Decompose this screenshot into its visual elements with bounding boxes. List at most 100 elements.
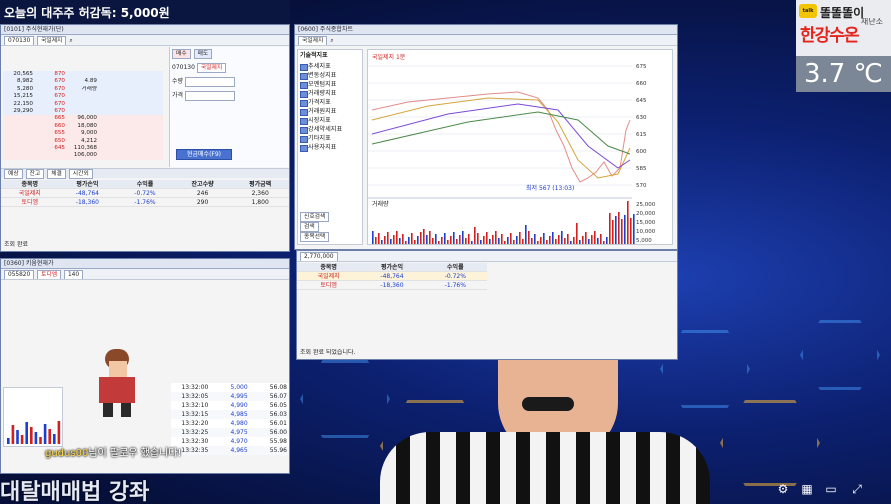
tick-cell: 56.07 bbox=[269, 393, 287, 400]
clip-icon[interactable]: ▦ bbox=[799, 482, 815, 496]
tree-item[interactable]: 기타지표 bbox=[298, 134, 362, 143]
select-stock-button[interactable]: 종목선택 bbox=[300, 232, 330, 242]
price-input[interactable] bbox=[184, 91, 235, 101]
table-row[interactable]: 국일제지 -48,764 -0.72% bbox=[297, 272, 487, 281]
order-book-row[interactable]: 29,290 670 bbox=[3, 107, 163, 116]
order-book-cell: 870 bbox=[54, 71, 65, 77]
order-book-cell bbox=[99, 130, 131, 137]
order-book-row[interactable]: 655 9,000 bbox=[3, 130, 163, 138]
tree-item[interactable]: 추세지표 bbox=[298, 62, 362, 71]
volume-bar bbox=[447, 240, 449, 244]
balance-field[interactable]: 2,770,000 bbox=[300, 252, 338, 261]
price-tick-label: 570 bbox=[636, 183, 647, 189]
volume-bar bbox=[498, 238, 500, 244]
ma-line-2 bbox=[371, 103, 631, 169]
stock-code-input[interactable]: 070130 bbox=[4, 36, 35, 45]
stock-code-input[interactable]: 055820 bbox=[4, 270, 35, 279]
order-book-cell bbox=[131, 93, 163, 100]
holding-name: 토디엠 bbox=[320, 282, 337, 289]
order-book-cell bbox=[99, 78, 131, 85]
signal-search-button[interactable]: 신호검색 bbox=[300, 212, 330, 222]
column-header: 수익률 bbox=[447, 264, 464, 271]
volume-bar bbox=[429, 231, 431, 244]
tree-item[interactable]: 강세약세지표 bbox=[298, 125, 362, 134]
cash-buy-button[interactable]: 현금매수(F9) bbox=[176, 149, 232, 160]
volume-bar bbox=[558, 235, 560, 244]
mini-candle bbox=[20, 435, 24, 444]
holding-qty: 246 bbox=[196, 190, 209, 197]
stock-name-field[interactable]: 토디엠 bbox=[37, 270, 62, 279]
volume-bar bbox=[513, 240, 515, 244]
volume-tick-label: 25,000 bbox=[636, 202, 656, 208]
search-icon[interactable]: ⌕ bbox=[330, 37, 333, 44]
bottom-tabs: 예상 잔고 체결 시간외 bbox=[1, 168, 289, 179]
holding-rate: -0.72% bbox=[134, 190, 156, 197]
theater-mode-icon[interactable]: ▭ bbox=[823, 482, 839, 496]
volume-bar bbox=[489, 239, 491, 244]
order-book-row[interactable]: 8,982 670 4.89 bbox=[3, 78, 163, 86]
tick-cell: 56.00 bbox=[269, 429, 287, 436]
tab-balance[interactable]: 잔고 bbox=[25, 169, 45, 179]
stock-name-field[interactable]: 국일제지 bbox=[37, 36, 67, 45]
order-book-cell bbox=[3, 115, 35, 122]
order-book-row[interactable]: 5,280 670 거래량 bbox=[3, 85, 163, 94]
order-book-cell bbox=[67, 101, 99, 108]
search-icon[interactable]: ⌕ bbox=[69, 37, 72, 44]
order-book: 20,565 870 8,982 670 4.89 5,280 670 거래량 15,215 67… bbox=[3, 71, 163, 160]
order-book-row[interactable]: 660 18,080 bbox=[3, 122, 163, 131]
window-title: [0101] 주식현재가(단) bbox=[1, 25, 289, 35]
order-book-row[interactable]: 20,565 870 bbox=[3, 71, 163, 79]
order-book-row[interactable]: 665 96,000 bbox=[3, 115, 163, 123]
settings-icon[interactable]: ⚙ bbox=[775, 482, 791, 496]
volume-bar bbox=[414, 240, 416, 244]
order-book-cell bbox=[131, 115, 163, 122]
stock-search-bar: 055820 토디엠 140 bbox=[1, 269, 289, 280]
volume-bar bbox=[396, 231, 398, 244]
order-book-row[interactable]: 22,150 670 bbox=[3, 100, 163, 108]
price-tick-label: 645 bbox=[636, 98, 647, 104]
tree-item[interactable]: 거래원지표 bbox=[298, 107, 362, 116]
table-row[interactable]: 토디엠 -18,360 -1.76% 290 1,800 bbox=[1, 198, 289, 207]
status-bar: 조회 완료 되었습니다. bbox=[300, 349, 356, 356]
tree-item[interactable]: 모멘텀지표 bbox=[298, 80, 362, 89]
holdings-table: 종목명 평가손익 수익률 잔고수량 평가금액 국일제지 -48,764 -0.7… bbox=[1, 180, 289, 207]
tick-row: 13:32:30 4,970 55.98 bbox=[171, 437, 289, 446]
balance-toolbar: 2,770,000 bbox=[297, 251, 677, 262]
fullscreen-icon[interactable]: ⤢ bbox=[849, 482, 865, 496]
tab-expected[interactable]: 예상 bbox=[4, 169, 23, 179]
tree-item[interactable]: 시장지표 bbox=[298, 116, 362, 125]
order-book-row[interactable]: 106,000 bbox=[3, 152, 163, 160]
order-book-cell: 650 bbox=[54, 137, 65, 144]
qty-input[interactable] bbox=[184, 77, 235, 87]
order-book-cell: 106,000 bbox=[73, 152, 97, 159]
tree-item[interactable]: 변동성지표 bbox=[298, 71, 362, 80]
volume-bar bbox=[606, 237, 608, 244]
buy-tab[interactable]: 매수 bbox=[172, 49, 191, 59]
order-book-row[interactable]: 645 110,368 bbox=[3, 144, 163, 153]
tab-execution[interactable]: 체결 bbox=[47, 169, 66, 179]
order-book-cell: 15,215 bbox=[13, 93, 33, 100]
chart-stock-field[interactable]: 국일제지 bbox=[298, 36, 328, 45]
temperature: 3.7 ℃ bbox=[796, 56, 891, 92]
holding-pnl: -18,360 bbox=[380, 282, 404, 289]
order-book-row[interactable]: 15,215 670 bbox=[3, 93, 163, 101]
tab-after-hours[interactable]: 시간외 bbox=[68, 169, 93, 179]
column-header: 종목명 bbox=[320, 264, 337, 271]
volume-bar bbox=[615, 216, 617, 244]
order-book-row[interactable]: 650 4,212 bbox=[3, 137, 163, 145]
table-row[interactable]: 토디엠 -18,360 -1.76% bbox=[297, 281, 487, 290]
volume-bar bbox=[408, 237, 410, 244]
mini-candle-chart[interactable] bbox=[3, 387, 63, 447]
volume-bar bbox=[480, 240, 482, 244]
search-button[interactable]: 검색 bbox=[300, 222, 319, 232]
table-row[interactable]: 국일제지 -48,764 -0.72% 246 2,360 bbox=[1, 189, 289, 198]
tree-item[interactable]: 거래량지표 bbox=[298, 89, 362, 98]
order-book-cell bbox=[99, 93, 131, 100]
tree-item[interactable]: 사용자지표 bbox=[298, 143, 362, 152]
mini-candle bbox=[57, 421, 61, 444]
sell-tab[interactable]: 매도 bbox=[193, 49, 213, 59]
tree-item[interactable]: 가격지표 bbox=[298, 98, 362, 107]
order-stock-name[interactable]: 국일제지 bbox=[196, 63, 227, 73]
volume-bar bbox=[384, 236, 386, 244]
price-chart[interactable]: 국일제지 1분 최저 567 (13:03) 거래량 675 660 645 630 6… bbox=[367, 49, 673, 245]
